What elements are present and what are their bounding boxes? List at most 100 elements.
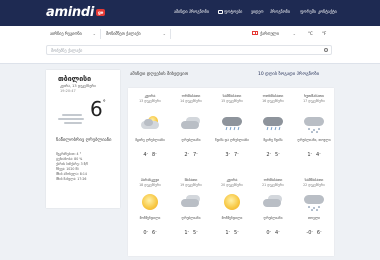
forecast-day[interactable]: ორშაბათი 14 დეკემბერი ღრუბლიანი 2° 7°	[171, 88, 211, 168]
nav-video[interactable]: ვიდეო	[251, 9, 264, 14]
day-temperatures: 0° 4°	[253, 230, 293, 236]
chevron-down-icon: ⌄	[292, 31, 296, 36]
day-max-temp: -0°	[306, 230, 313, 236]
site-logo[interactable]: amindi ge	[46, 5, 105, 20]
search-icon[interactable]	[324, 48, 328, 52]
sun-icon	[139, 194, 161, 210]
cloudy-icon	[180, 194, 202, 210]
day-name: სამშაბათი	[304, 177, 324, 182]
detail-wind: ქარის სიჩქარე: 3 მ/წ	[56, 162, 89, 166]
divider	[170, 29, 171, 39]
day-max-temp: 2°	[266, 152, 271, 158]
day-description: ღრუბლიანი	[181, 216, 201, 220]
forecast-day[interactable]: პარასკევი 18 დეკემბერი მოწმენდილი 0° 6°	[130, 172, 170, 252]
forecast-day[interactable]: ოთხშაბათი 16 დეკემბერი მცირე წვიმა 2° 5°	[253, 88, 293, 168]
current-time: 19:20:47	[60, 89, 76, 93]
day-description: მოწმენდილი	[139, 216, 161, 220]
day-temperatures: 2° 5°	[253, 152, 293, 158]
language-select[interactable]: ქართული ⌄	[248, 29, 298, 39]
city-name: თბილისი	[58, 75, 92, 83]
search-panel: აირჩიე რეგიონი ⌄ მონიშნეთ ქალაქი ⌄ ქართული…	[0, 26, 380, 64]
detail-sunset: მზის ჩასვლა: 17:26	[56, 177, 87, 181]
day-temperatures: 0° 6°	[130, 230, 170, 236]
forecast-day[interactable]: სამშაბათი 15 დეკემბერი წვიმა და ღრუბლიანი 3…	[212, 88, 252, 168]
nav-forum[interactable]: ფორუმი	[300, 9, 316, 14]
day-min-temp: 8°	[152, 152, 157, 158]
day-min-temp: 7°	[234, 152, 239, 158]
unit-celsius[interactable]: °C	[304, 29, 316, 39]
forecast-day[interactable]: კვირა 13 დეკემბერი მცირე ღრუბლიანი 4° 8°	[130, 88, 170, 168]
day-min-temp: 4°	[316, 152, 321, 158]
cloudy-icon	[180, 116, 202, 132]
chevron-down-icon: ⌄	[92, 31, 96, 36]
nav-prognosis[interactable]: პროგნოზი	[270, 9, 290, 14]
day-description: ღრუბლიანი	[263, 216, 283, 220]
cloudy-icon	[262, 194, 284, 210]
day-min-temp: 5°	[193, 230, 198, 236]
day-date: 15 დეკემბერი	[221, 99, 243, 103]
snow-icon	[303, 194, 325, 211]
day-description: მოწმენდილი	[221, 216, 243, 220]
day-description: მცირე ღრუბლიანი	[135, 138, 165, 142]
day-temperatures: 1° 4°	[294, 152, 334, 158]
nav-photos[interactable]: ფოტოები	[218, 9, 242, 14]
region-select[interactable]: აირჩიე რეგიონი ⌄	[46, 29, 98, 39]
day-min-temp: 6°	[152, 230, 157, 236]
day-temperatures: 4° 8°	[130, 152, 170, 158]
current-description: ნაწილობრივ ღრუბლიანი	[56, 138, 112, 143]
chevron-down-icon: ⌄	[162, 31, 166, 36]
unit-fahrenheit[interactable]: °F	[318, 29, 332, 39]
day-max-temp: 0°	[266, 230, 271, 236]
day-temperatures: 1° 5°	[171, 230, 211, 236]
detail-humidity: ტენიანობა: 80 %	[56, 157, 83, 161]
current-temperature: 6°	[90, 97, 106, 121]
day-date: 16 დეკემბერი	[262, 99, 284, 103]
day-name: ორშაბათი	[263, 177, 283, 182]
day-description: ღრუბლიანი	[181, 138, 201, 142]
day-min-temp: 4°	[275, 230, 280, 236]
day-name: შაბათი	[184, 177, 198, 182]
ten-day-link[interactable]: 10 დღის ზოგადი პროგნოზი	[258, 72, 319, 77]
day-min-temp: 5°	[234, 230, 239, 236]
day-min-temp: 6°	[316, 230, 322, 236]
nav-contact[interactable]: კონტაქტი	[318, 9, 337, 14]
day-description: წვიმა და ღრუბლიანი	[215, 138, 249, 142]
day-description: ღრუბლიანი, თოვლი	[297, 138, 331, 142]
divider	[100, 29, 101, 39]
city-select[interactable]: მონიშნეთ ქალაქი ⌄	[102, 29, 168, 39]
day-date: 22 დეკემბერი	[303, 183, 325, 187]
detail-pressure: წნევა: 1020 მბ	[56, 167, 79, 171]
forecast-day[interactable]: კვირა 20 დეკემბერი მოწმენდილი 1° 5°	[212, 172, 252, 252]
day-max-temp: 2°	[184, 152, 189, 158]
day-name: პარასკევი	[140, 177, 160, 182]
day-description: თოვლი	[307, 216, 321, 220]
day-max-temp: 1°	[184, 230, 189, 236]
day-name: კვირა	[226, 177, 238, 182]
search-input[interactable]: მოძებნე ქალაქი	[46, 45, 332, 55]
forecast-grid: კვირა 13 დეკემბერი მცირე ღრუბლიანი 4° 8° ორშა…	[128, 88, 334, 256]
forecast-day[interactable]: ორშაბათი 21 დეკემბერი ღრუბლიანი 0° 4°	[253, 172, 293, 252]
forecast-day[interactable]: სამშაბათი 22 დეკემბერი თოვლი -0° 6°	[294, 172, 334, 252]
day-temperatures: 2° 7°	[171, 152, 211, 158]
day-name: ხუთშაბათი	[304, 93, 324, 98]
current-weather-card: თბილისი კვირა, 13 დეკემბერი 19:20:47 6° …	[46, 70, 120, 208]
day-date: 14 დეკემბერი	[180, 99, 202, 103]
nav-forecast[interactable]: ამინდი პროგნოზი	[174, 9, 209, 14]
forecast-day[interactable]: ხუთშაბათი 17 დეკემბერი ღრუბლიანი, თოვლი 1° 4…	[294, 88, 334, 168]
georgia-flag-icon	[252, 31, 258, 35]
day-date: 19 დეკემბერი	[180, 183, 202, 187]
day-name: სამშაბათი	[222, 93, 242, 98]
rain-icon	[262, 116, 284, 132]
forecast-day[interactable]: შაბათი 19 დეკემბერი ღრუბლიანი 1° 5°	[171, 172, 211, 252]
day-max-temp: 0°	[143, 230, 148, 236]
day-description: მცირე წვიმა	[263, 138, 283, 142]
day-temperatures: -0° 6°	[294, 230, 334, 236]
day-max-temp: 1°	[307, 152, 312, 158]
day-date: 13 დეკემბერი	[139, 99, 161, 103]
day-name: ოთხშაბათი	[262, 93, 284, 98]
day-max-temp: 1°	[225, 230, 230, 236]
cloud-sun-icon	[139, 116, 161, 132]
forecast-title: ამინდი დღეების მიხედვით	[130, 72, 189, 77]
day-min-temp: 7°	[193, 152, 198, 158]
current-date: კვირა, 13 დეკემბერი	[60, 84, 96, 88]
